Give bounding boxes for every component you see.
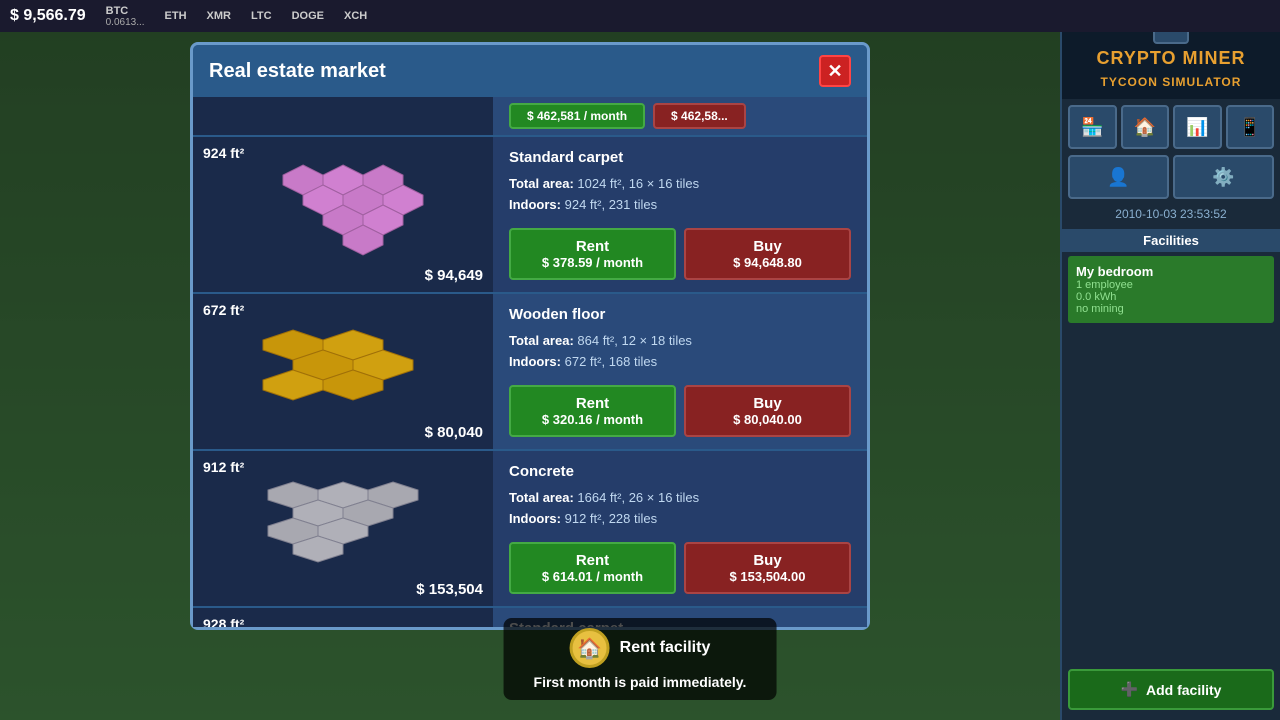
add-icon: ➕ bbox=[1121, 681, 1138, 698]
right-icons-grid: 🏪 🏠 📊 📱 bbox=[1062, 99, 1280, 155]
tooltip-icon: 🏠 bbox=[570, 628, 610, 668]
building-icon-btn[interactable]: 🏠 bbox=[1121, 105, 1170, 149]
crypto-xmr: XMR bbox=[207, 10, 231, 22]
tooltip-title: Rent facility bbox=[620, 639, 711, 657]
crypto-btc: BTC 0.0613... bbox=[106, 5, 145, 28]
right-panel: ₿ Crypto Miner Tycoon Simulator 🏪 🏠 📊 📱 … bbox=[1060, 0, 1280, 720]
action-buttons-1: Rent $ 378.59 / month Buy $ 94,648.80 bbox=[509, 228, 851, 280]
property-details-3: Concrete Total area: 1664 ft², 26 × 16 t… bbox=[493, 451, 867, 606]
floor-type-3: Concrete bbox=[509, 463, 851, 480]
property-size-1: 924 ft² bbox=[203, 145, 244, 161]
floor-type-1: Standard carpet bbox=[509, 149, 851, 166]
modal-body[interactable]: $ 462,581 / month $ 462,58... 924 ft² bbox=[193, 97, 867, 627]
property-price-2: $ 80,040 bbox=[425, 424, 483, 441]
tooltip-desc: First month is paid immediately. bbox=[534, 674, 747, 690]
add-facility-label: Add facility bbox=[1146, 682, 1221, 698]
property-row: 924 ft² bbox=[193, 137, 867, 294]
top-bar: $ 9,566.79 BTC 0.0613... ETH XMR LTC DOG… bbox=[0, 0, 1280, 32]
rent-button-2[interactable]: Rent $ 320.16 / month bbox=[509, 385, 676, 437]
crypto-xch: XCH bbox=[344, 10, 367, 22]
rent-button-1[interactable]: Rent $ 378.59 / month bbox=[509, 228, 676, 280]
carpet-floor-svg bbox=[253, 170, 433, 260]
detail-indoors-1: Indoors: 924 ft², 231 tiles bbox=[509, 197, 851, 212]
crypto-eth: ETH bbox=[165, 10, 187, 22]
facility-name: My bedroom bbox=[1076, 264, 1266, 279]
facility-mining: no mining bbox=[1076, 303, 1266, 315]
modal-overlay: Real estate market ✕ $ 462,581 / month $… bbox=[0, 32, 1060, 720]
rent-tooltip: 🏠 Rent facility First month is paid imme… bbox=[504, 618, 777, 700]
property-image-3: 912 ft² bbox=[193, 451, 493, 606]
crypto-ltc: LTC bbox=[251, 10, 272, 22]
property-size-2: 672 ft² bbox=[203, 302, 244, 318]
property-row-2: 672 ft² bbox=[193, 294, 867, 451]
detail-indoors-3: Indoors: 912 ft², 228 tiles bbox=[509, 511, 851, 526]
detail-total-3: Total area: 1664 ft², 26 × 16 tiles bbox=[509, 490, 851, 505]
facilities-header: Facilities bbox=[1062, 229, 1280, 252]
floor-type-2: Wooden floor bbox=[509, 306, 851, 323]
property-details-1: Standard carpet Total area: 1024 ft², 16… bbox=[493, 137, 867, 292]
facility-item[interactable]: My bedroom 1 employee 0.0 kWh no mining bbox=[1068, 256, 1274, 323]
settings-icon-btn[interactable]: ⚙️ bbox=[1173, 155, 1274, 199]
concrete-floor-svg bbox=[253, 479, 433, 579]
buy-button-2[interactable]: Buy $ 80,040.00 bbox=[684, 385, 851, 437]
property-image-2: 672 ft² bbox=[193, 294, 493, 449]
wood-floor-svg bbox=[253, 327, 433, 417]
buy-button-1[interactable]: Buy $ 94,648.80 bbox=[684, 228, 851, 280]
property-price-1: $ 94,649 bbox=[425, 267, 483, 284]
property-details-2: Wooden floor Total area: 864 ft², 12 × 1… bbox=[493, 294, 867, 449]
detail-total-2: Total area: 864 ft², 12 × 18 tiles bbox=[509, 333, 851, 348]
shop-icon-btn[interactable]: 🏪 bbox=[1068, 105, 1117, 149]
property-size-4: 928 ft² bbox=[203, 616, 244, 627]
action-buttons-3: Rent $ 614.01 / month Buy $ 153,504.00 bbox=[509, 542, 851, 594]
buy-button-3[interactable]: Buy $ 153,504.00 bbox=[684, 542, 851, 594]
detail-total-1: Total area: 1024 ft², 16 × 16 tiles bbox=[509, 176, 851, 191]
modal-header: Real estate market ✕ bbox=[193, 45, 867, 97]
property-price-3: $ 153,504 bbox=[416, 581, 483, 598]
logo-title: Crypto Miner Tycoon Simulator bbox=[1070, 48, 1272, 91]
property-size-3: 912 ft² bbox=[203, 459, 244, 475]
real-estate-modal: Real estate market ✕ $ 462,581 / month $… bbox=[190, 42, 870, 630]
action-buttons-2: Rent $ 320.16 / month Buy $ 80,040.00 bbox=[509, 385, 851, 437]
property-row-3: 912 ft² bbox=[193, 451, 867, 608]
datetime: 2010-10-03 23:53:52 bbox=[1062, 199, 1280, 229]
property-row-partial: $ 462,581 / month $ 462,58... bbox=[193, 97, 867, 137]
right-icons-row2: 👤 ⚙️ bbox=[1062, 155, 1280, 199]
add-facility-button[interactable]: ➕ Add facility bbox=[1068, 669, 1274, 710]
property-image-1: 924 ft² bbox=[193, 137, 493, 292]
facility-employees: 1 employee bbox=[1076, 279, 1266, 291]
rent-button-3[interactable]: Rent $ 614.01 / month bbox=[509, 542, 676, 594]
btc-price: $ 9,566.79 bbox=[10, 7, 86, 25]
detail-indoors-2: Indoors: 672 ft², 168 tiles bbox=[509, 354, 851, 369]
property-image-4: 928 ft² bbox=[193, 608, 493, 627]
chart-icon-btn[interactable]: 📊 bbox=[1173, 105, 1222, 149]
close-button[interactable]: ✕ bbox=[819, 55, 851, 87]
crypto-doge: DOGE bbox=[292, 10, 324, 22]
phone-icon-btn[interactable]: 📱 bbox=[1226, 105, 1275, 149]
person-icon-btn[interactable]: 👤 bbox=[1068, 155, 1169, 199]
modal-title: Real estate market bbox=[209, 60, 386, 83]
facility-power: 0.0 kWh bbox=[1076, 291, 1266, 303]
